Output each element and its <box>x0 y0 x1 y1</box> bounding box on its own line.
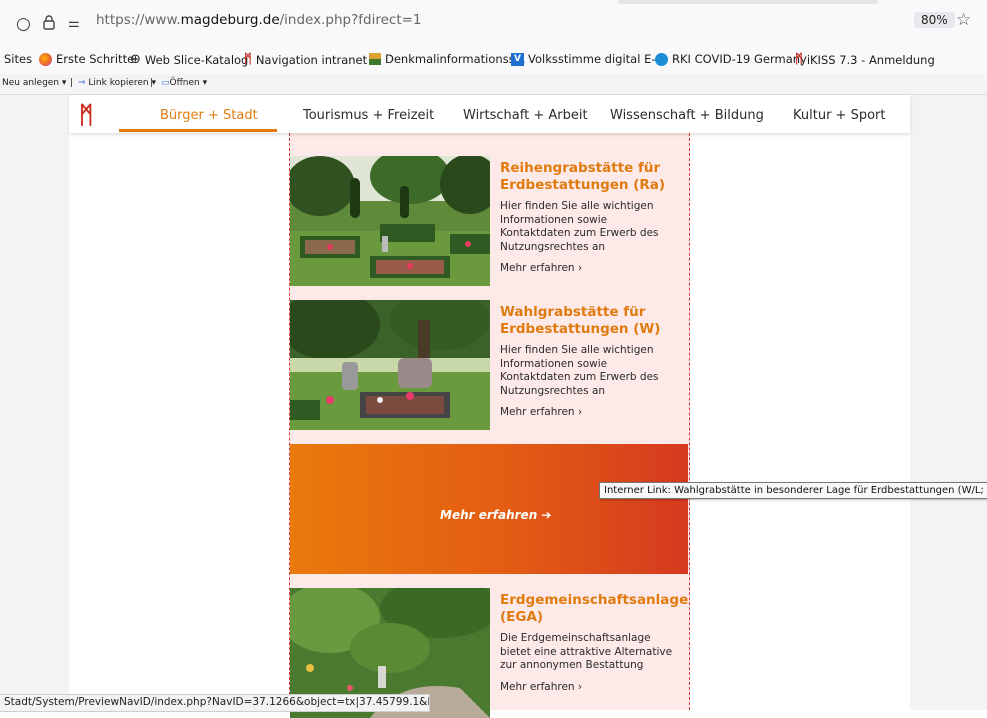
bookmark-erste-schritte[interactable]: Erste Schritte <box>39 52 134 66</box>
link-icon: ⇒ <box>78 78 86 88</box>
firefox-icon <box>39 52 52 66</box>
bookmarks-bar: Sites Erste Schritte ⊕ Web Slice-Katalog… <box>0 46 987 74</box>
card-wahlgrabstaette[interactable]: Wahlgrabstätte für Erdbestattungen (W) H… <box>290 300 688 430</box>
volksstimme-icon: V <box>511 52 524 66</box>
url-field[interactable]: https://www.magdeburg.de/index.php?fdire… <box>96 12 422 28</box>
globe-icon: ⊕ <box>130 52 141 67</box>
card-description: Die Erdgemeinschaftsanlage bietet eine a… <box>500 632 673 671</box>
copy-link-label: Link kopieren <box>88 78 149 88</box>
open-button[interactable]: ▭Öffnen ▾ <box>161 78 207 88</box>
link-tooltip: Interner Link: Wahlgrabstätte in besonde… <box>599 482 987 499</box>
bookmark-volksstimme[interactable]: V Volksstimme digital E-... <box>511 52 666 66</box>
more-link[interactable]: Mehr erfahren › <box>500 681 680 693</box>
bookmark-label: Erste Schritte <box>56 52 135 66</box>
magdeburg-logo[interactable]: ᛗ <box>79 101 93 129</box>
url-domain: magdeburg.de <box>180 12 280 28</box>
magdeburg-logo-icon: ᛗ <box>244 52 252 67</box>
monument-icon <box>369 53 381 65</box>
tab-strip-edge <box>618 0 878 4</box>
active-tab-indicator <box>119 129 277 132</box>
bookmark-label: Navigation intranet <box>255 52 368 67</box>
bookmark-denkmalinformation[interactable]: Denkmalinformationss... <box>369 52 526 66</box>
new-button[interactable]: Neu anlegen ▾ <box>2 78 66 88</box>
cemetery-photo <box>290 156 490 286</box>
address-bar: ○ ⚌ https://www.magdeburg.de/index.php?f… <box>0 0 987 47</box>
bookmark-label: iKISS 7.3 - Anmeldung <box>806 52 935 67</box>
bookmark-web-slice-katalog[interactable]: ⊕ Web Slice-Katalog <box>130 52 248 67</box>
rki-icon <box>655 52 668 66</box>
bookmark-rki[interactable]: RKI COVID-19 Germany <box>655 52 807 66</box>
open-label: Öffnen <box>169 78 200 88</box>
bookmark-star-icon[interactable]: ☆ <box>956 10 971 30</box>
bookmark-label: Sites <box>4 52 33 66</box>
permissions-icon[interactable]: ⚌ <box>68 16 80 31</box>
zoom-level[interactable]: 80% <box>914 12 955 28</box>
card-text: Erdgemeinschaftsanlage (EGA) Die Erdgeme… <box>500 592 688 693</box>
cms-toolbar: Neu anlegen ▾ | ⇒ Link kopieren ▾ | ▭Öff… <box>0 74 987 95</box>
window-icon: ▭ <box>161 78 170 88</box>
url-prefix: https://www. <box>96 12 181 28</box>
more-link[interactable]: Mehr erfahren › <box>500 406 680 418</box>
card-text: Reihengrabstätte für Erdbestattungen (Ra… <box>500 160 680 274</box>
divider: | <box>70 78 74 88</box>
card-title[interactable]: Wahlgrabstätte für Erdbestattungen (W) <box>500 304 680 338</box>
bookmark-label: RKI COVID-19 Germany <box>672 52 807 66</box>
status-bar-url: Stadt/System/PreviewNavID/index.php?NavI… <box>0 694 430 712</box>
magdeburg-logo-icon: ᛗ <box>795 52 803 67</box>
copy-link-button[interactable]: ⇒ Link kopieren ▾ <box>78 78 156 88</box>
divider: | <box>150 78 154 88</box>
card-description: Hier finden Sie alle wichtigen Informati… <box>500 200 659 253</box>
lock-icon[interactable] <box>42 14 56 36</box>
shield-icon[interactable]: ○ <box>16 14 31 34</box>
bookmark-label: Web Slice-Katalog <box>144 52 249 67</box>
card-reihengrabstaette[interactable]: Reihengrabstätte für Erdbestattungen (Ra… <box>290 156 688 286</box>
bookmark-ikiss[interactable]: ᛗ iKISS 7.3 - Anmeldung <box>795 52 935 67</box>
nav-item-wissenschaft[interactable]: Wissenschaft + Bildung <box>610 108 764 123</box>
highlight-banner[interactable]: Mehr erfahren ➔ <box>290 444 688 574</box>
bookmark-label: Volksstimme digital E-... <box>528 52 667 66</box>
bookmark-sites[interactable]: Sites <box>4 52 32 66</box>
new-label: Neu anlegen <box>2 78 60 88</box>
more-link[interactable]: Mehr erfahren › <box>500 262 680 274</box>
grave-photo <box>290 300 490 430</box>
nav-item-tourismus[interactable]: Tourismus + Freizeit <box>303 108 434 123</box>
main-navigation: ᛗ Bürger + Stadt Tourismus + Freizeit Wi… <box>69 95 910 133</box>
card-title[interactable]: Reihengrabstätte für Erdbestattungen (Ra… <box>500 160 680 194</box>
nav-item-kultur[interactable]: Kultur + Sport <box>793 108 885 123</box>
nav-item-wirtschaft[interactable]: Wirtschaft + Arbeit <box>463 108 588 123</box>
banner-more-button[interactable]: Mehr erfahren ➔ <box>440 508 551 522</box>
bookmark-label: Denkmalinformationss... <box>385 52 526 66</box>
card-text: Wahlgrabstätte für Erdbestattungen (W) H… <box>500 304 680 418</box>
bookmark-navigation-intranet[interactable]: ᛗ Navigation intranet <box>244 52 367 67</box>
card-description: Hier finden Sie alle wichtigen Informati… <box>500 344 659 397</box>
card-title[interactable]: Erdgemeinschaftsanlage (EGA) <box>500 592 688 626</box>
nav-item-buerger-stadt[interactable]: Bürger + Stadt <box>160 108 258 123</box>
url-path: /index.php?fdirect=1 <box>279 12 422 28</box>
